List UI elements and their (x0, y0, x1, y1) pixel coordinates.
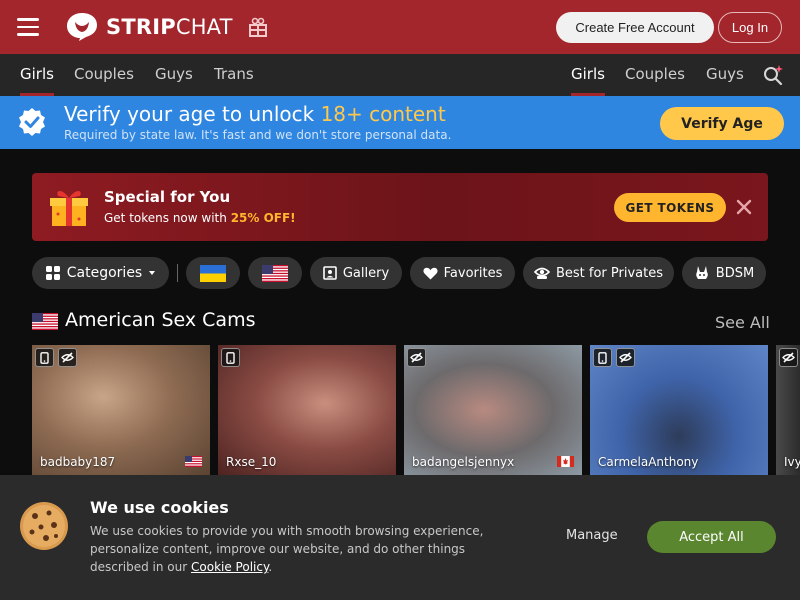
category-nav: Girls Couples Guys Trans Girls Couples G… (0, 54, 800, 96)
filter-best-for-privates[interactable]: Best for Privates (523, 257, 674, 289)
cookie-icon (20, 502, 68, 550)
nav-couples-right[interactable]: Couples (625, 54, 685, 96)
ukraine-flag-icon (200, 264, 226, 282)
cam-username: Rxse_10 (226, 455, 277, 469)
bunny-icon (695, 266, 708, 279)
see-all-link[interactable]: See All (715, 313, 770, 332)
nav-guys-right[interactable]: Guys (706, 54, 744, 96)
verify-age-button[interactable]: Verify Age (660, 107, 784, 140)
mobile-icon (35, 348, 54, 367)
gallery-icon (323, 266, 337, 280)
cookie-text: We use cookies to provide you with smoot… (90, 524, 484, 574)
canada-flag-icon (557, 456, 574, 467)
cam-username: CarmelaAnthony (598, 455, 699, 469)
gallery-label: Gallery (342, 265, 390, 281)
nav-couples[interactable]: Couples (74, 54, 134, 96)
cam-username: badbaby187 (40, 455, 116, 469)
hidden-icon (407, 348, 426, 367)
chip-divider (177, 264, 178, 282)
mobile-icon (221, 348, 240, 367)
hidden-icon (616, 348, 635, 367)
promo-subtitle: Get tokens now with 25% OFF! (104, 211, 296, 225)
promo-banner: Special for You Get tokens now with 25% … (32, 173, 768, 241)
cam-tile[interactable]: badangelsjennyx (404, 345, 582, 475)
mobile-icon (593, 348, 612, 367)
login-button[interactable]: Log In (718, 12, 782, 43)
verify-title: Verify your age to unlock 18+ content (64, 102, 446, 126)
create-account-button[interactable]: Create Free Account (556, 12, 714, 43)
cookie-policy-link[interactable]: Cookie Policy (191, 560, 268, 574)
bdsm-label: BDSM (715, 265, 755, 281)
grid-icon (45, 266, 60, 280)
us-flag-icon (262, 264, 288, 282)
cookie-title: We use cookies (90, 498, 229, 517)
search-sparkle-icon[interactable] (762, 64, 784, 86)
hidden-icon (58, 348, 77, 367)
site-logo[interactable]: STRIPCHAT (66, 12, 233, 42)
stripchat-logo-icon (67, 13, 97, 41)
best-for-privates-label: Best for Privates (555, 265, 664, 281)
site-header: STRIPCHAT Create Free Account Log In (0, 0, 800, 54)
hidden-icon (779, 348, 798, 367)
verify-subtitle: Required by state law. It's fast and we … (64, 128, 452, 142)
favorites-label: Favorites (443, 265, 503, 281)
accept-all-button[interactable]: Accept All (647, 521, 776, 553)
cam-username: Ivy (784, 455, 800, 469)
cookie-banner: We use cookies We use cookies to provide… (0, 475, 800, 600)
section-title: American Sex Cams (65, 309, 256, 331)
filter-gallery[interactable]: Gallery (310, 257, 402, 289)
gift-icon[interactable] (248, 17, 268, 37)
nav-girls-right[interactable]: Girls (571, 54, 605, 96)
cam-username: badangelsjennyx (412, 455, 515, 469)
promo-title: Special for You (104, 188, 231, 206)
chevron-down-icon (149, 271, 156, 275)
us-flag-icon (32, 313, 58, 330)
verified-badge-icon (19, 108, 45, 136)
cam-tile[interactable]: badbaby187 (32, 345, 210, 475)
nav-girls[interactable]: Girls (20, 54, 54, 96)
us-flag-icon (185, 456, 202, 467)
nav-guys[interactable]: Guys (155, 54, 193, 96)
heart-icon (423, 267, 438, 279)
nav-trans[interactable]: Trans (214, 54, 254, 96)
filter-bdsm[interactable]: BDSM (682, 257, 766, 289)
logo-text: STRIPCHAT (106, 15, 233, 39)
filter-ukraine[interactable] (186, 257, 240, 289)
cam-tile[interactable]: Ivy (776, 345, 800, 475)
cam-tile[interactable]: CarmelaAnthony (590, 345, 768, 475)
menu-icon[interactable] (17, 18, 39, 36)
manage-cookies-button[interactable]: Manage (566, 528, 618, 543)
categories-dropdown[interactable]: Categories (32, 257, 169, 289)
gift-box-icon (50, 191, 88, 226)
cam-tile[interactable]: Rxse_10 (218, 345, 396, 475)
get-tokens-button[interactable]: GET TOKENS (614, 193, 726, 222)
close-icon[interactable] (736, 199, 752, 215)
filter-usa[interactable] (248, 257, 302, 289)
categories-label: Categories (66, 265, 143, 281)
private-icon (533, 267, 550, 279)
filter-favorites[interactable]: Favorites (410, 257, 515, 289)
page: STRIPCHAT Create Free Account Log In Gir… (0, 0, 800, 600)
